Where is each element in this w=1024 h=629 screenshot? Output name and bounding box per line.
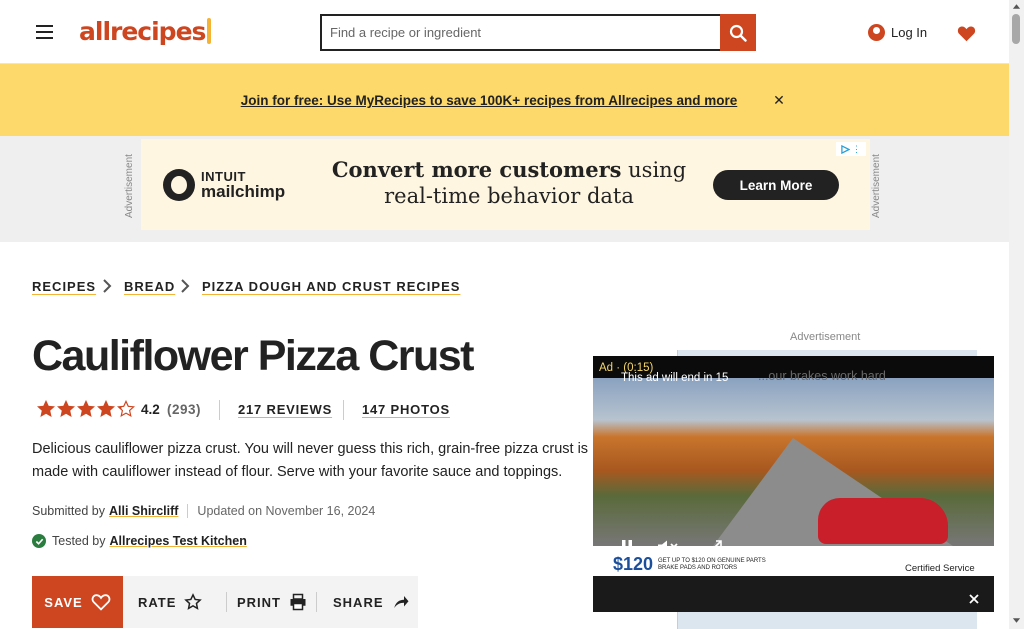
heart-icon — [91, 594, 111, 611]
pause-button[interactable] — [612, 536, 642, 558]
ad-learn-more-button[interactable]: Learn More — [713, 170, 839, 200]
login-button[interactable]: Log In — [868, 20, 927, 44]
ad-headline: Convert more customers using real-time b… — [331, 157, 687, 208]
heart-icon — [957, 26, 976, 41]
byline: Submitted by Alli Shircliff Updated on N… — [32, 504, 376, 518]
star-icon — [116, 399, 136, 419]
page: allrecipes Log In Join for free: Use MyR… — [0, 0, 1024, 629]
promo-fine-print: GET UP TO $120 ON GENUINE PARTS BRAKE PA… — [658, 558, 766, 571]
check-badge-icon — [32, 534, 46, 548]
close-icon: ✕ — [773, 91, 785, 108]
divider — [219, 400, 220, 420]
banner-ad[interactable]: INTUIT mailchimp Convert more customers … — [141, 139, 870, 230]
share-icon — [393, 596, 409, 608]
divider — [343, 400, 344, 420]
star-icon — [36, 399, 56, 419]
mailchimp-icon — [163, 169, 195, 201]
promo-link[interactable]: Join for free: Use MyRecipes to save 100… — [221, 88, 757, 113]
site-logo[interactable]: allrecipes — [79, 14, 212, 48]
scroll-down-arrow-icon[interactable] — [1012, 617, 1021, 625]
rating-count: (293) — [167, 402, 202, 417]
rating-stars[interactable] — [36, 399, 136, 419]
star-icon — [76, 399, 96, 419]
scrollbar[interactable] — [1009, 0, 1024, 629]
saved-recipes-button[interactable] — [955, 20, 978, 46]
mute-button[interactable] — [650, 536, 686, 558]
car-image — [818, 498, 948, 544]
photos-link[interactable]: 147 PHOTOS — [362, 402, 450, 417]
author-link[interactable]: Alli Shircliff — [109, 504, 178, 518]
breadcrumb-bread[interactable]: BREAD — [124, 275, 175, 297]
pause-icon — [622, 540, 632, 554]
save-button[interactable]: SAVE — [32, 576, 123, 628]
star-icon — [96, 399, 116, 419]
test-kitchen-link[interactable]: Allrecipes Test Kitchen — [110, 534, 247, 548]
breadcrumb-pizza-dough[interactable]: PIZZA DOUGH AND CRUST RECIPES — [202, 275, 460, 297]
scroll-up-arrow-icon[interactable] — [1012, 2, 1021, 10]
video-player[interactable]: ...our brakes work hard Ad · (0:15) This… — [593, 356, 994, 612]
ad-countdown: This ad will end in 15 — [621, 372, 729, 384]
close-icon — [969, 594, 979, 604]
promo-close-button[interactable]: ✕ — [770, 90, 788, 110]
fullscreen-button[interactable] — [694, 536, 736, 558]
advertisement-label: Advertisement — [790, 331, 861, 343]
speaker-muted-icon — [658, 540, 678, 554]
certified-service-text: Certified Service — [905, 563, 975, 574]
tested-by: Tested by Allrecipes Test Kitchen — [32, 534, 247, 548]
chevron-right-icon — [181, 279, 190, 293]
printer-icon — [290, 593, 306, 611]
rating-value[interactable]: 4.2 — [141, 402, 160, 417]
search-field[interactable] — [320, 14, 720, 51]
divider — [226, 592, 227, 612]
menu-button[interactable] — [31, 19, 58, 45]
star-outline-icon — [184, 593, 203, 610]
ad-choices-icon[interactable]: ⋮ — [836, 142, 866, 156]
user-icon — [868, 23, 885, 41]
reviews-link[interactable]: 217 REVIEWS — [238, 402, 332, 417]
recipe-description: Delicious cauliflower pizza crust. You w… — [32, 441, 589, 480]
search-input[interactable] — [330, 25, 720, 40]
chevron-right-icon — [103, 279, 112, 293]
rate-button[interactable]: RATE — [138, 590, 203, 614]
share-button[interactable]: SHARE — [333, 590, 410, 614]
updated-date: Updated on November 16, 2024 — [197, 504, 376, 518]
page-title: Cauliflower Pizza Crust — [32, 332, 474, 380]
mailchimp-logo: INTUIT mailchimp — [163, 169, 285, 201]
print-button[interactable]: PRINT — [237, 590, 307, 614]
scrollbar-thumb[interactable] — [1012, 14, 1020, 44]
search-icon — [729, 24, 747, 42]
fullscreen-icon — [708, 540, 722, 554]
search-button[interactable] — [720, 14, 756, 51]
breadcrumb-recipes[interactable]: RECIPES — [32, 275, 96, 297]
close-video-button[interactable] — [962, 590, 986, 608]
hamburger-icon — [36, 25, 53, 27]
ad-side-label-left: Advertisement — [124, 154, 135, 218]
divider — [316, 592, 317, 612]
star-icon — [56, 399, 76, 419]
ad-side-label-right: Advertisement — [871, 154, 882, 218]
video-frame — [593, 378, 994, 546]
